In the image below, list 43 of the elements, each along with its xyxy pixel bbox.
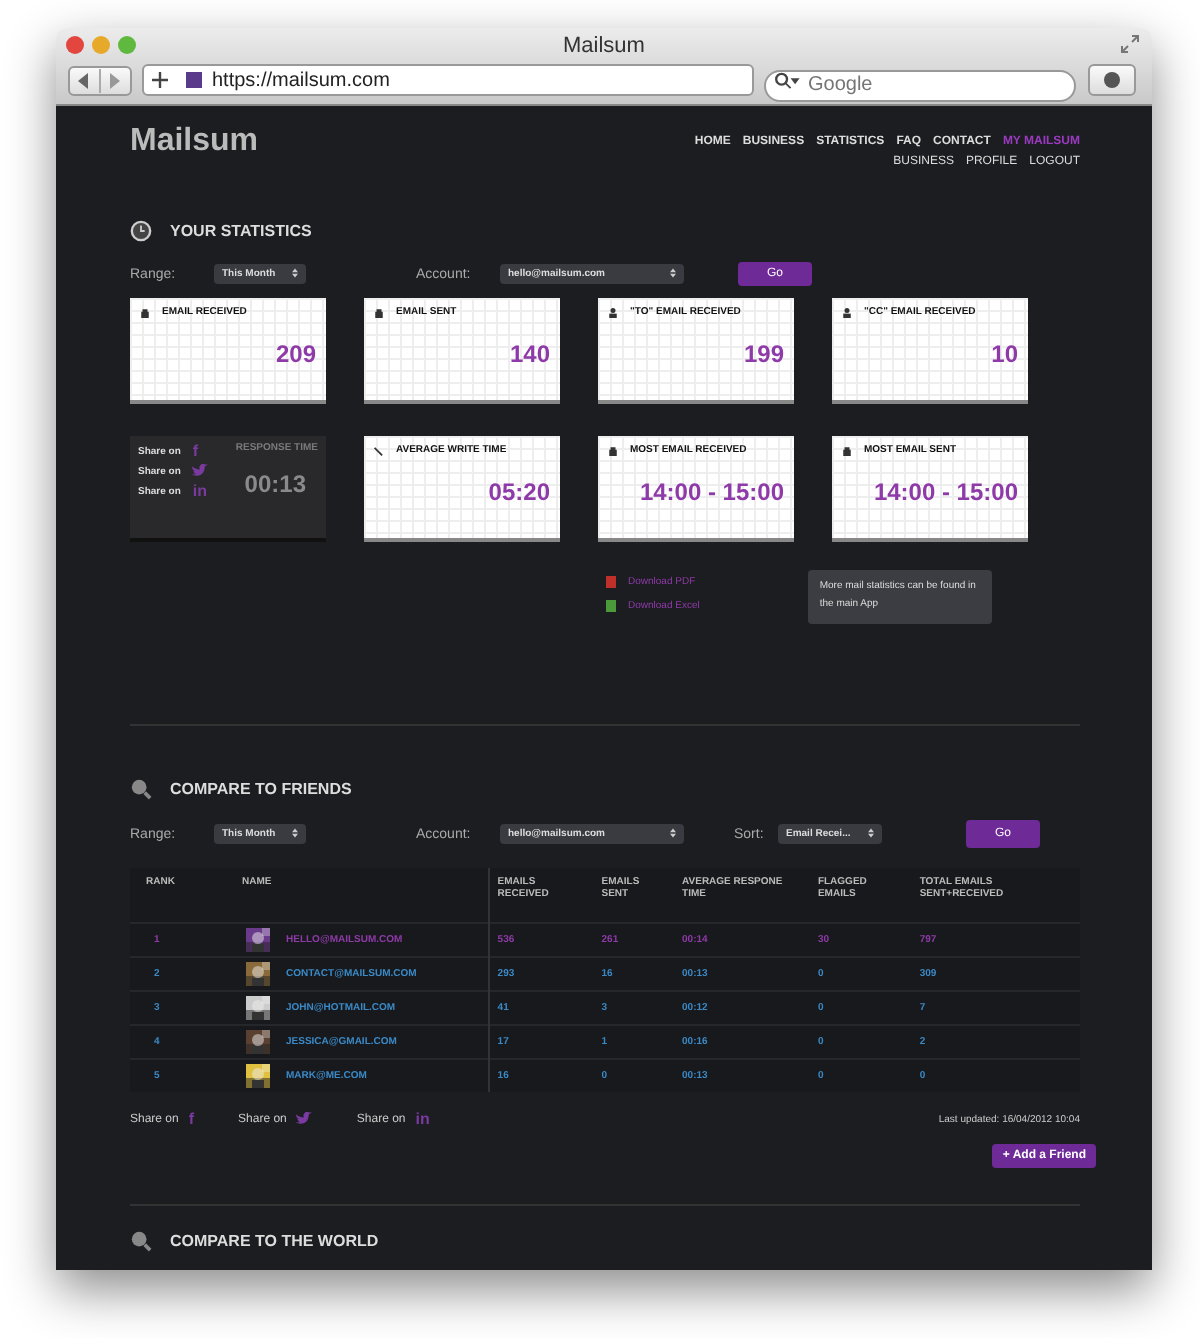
- add-icon[interactable]: [152, 72, 168, 88]
- updown-icon: [868, 828, 874, 838]
- clock-icon: [130, 220, 152, 242]
- card-value: 140: [507, 340, 550, 368]
- updown-icon: [292, 268, 298, 278]
- person-icon: [842, 307, 852, 317]
- search-icon: [774, 71, 800, 89]
- tray-icon: [140, 307, 150, 317]
- updown-icon: [670, 268, 676, 278]
- back-forward-button[interactable]: [68, 65, 132, 95]
- card-value: 14:00 - 15:00: [871, 478, 1018, 506]
- card-value: 05:20: [486, 478, 550, 506]
- tray-icon: [608, 445, 618, 455]
- card-value: 14:00 - 15:00: [637, 478, 784, 506]
- section-heading: COMPARE TO THE WORLD: [170, 1232, 379, 1250]
- search-field[interactable]: Google: [764, 69, 1076, 101]
- magnifier-icon: [130, 778, 152, 800]
- bird-icon[interactable]: [296, 1112, 313, 1126]
- person-icon: [608, 307, 618, 317]
- card-value: 199: [741, 340, 784, 368]
- card-value: 00:13: [244, 470, 308, 498]
- updown-icon: [670, 828, 676, 838]
- downloads-button[interactable]: [1088, 64, 1136, 96]
- close-button[interactable]: [66, 36, 84, 54]
- site-icon: [186, 72, 202, 88]
- card-value: 10: [989, 340, 1018, 368]
- updown-icon: [292, 828, 298, 838]
- magnifier-icon: [130, 1230, 152, 1252]
- window-title: Mailsum: [563, 32, 645, 58]
- pdf-icon: [606, 576, 616, 588]
- minimize-button[interactable]: [92, 36, 110, 54]
- zoom-button[interactable]: [118, 36, 136, 54]
- tray-icon: [374, 307, 384, 317]
- card-value: 209: [273, 340, 316, 368]
- logo[interactable]: Mailsum: [130, 124, 259, 160]
- spreadsheet-icon: [606, 600, 616, 612]
- bird-icon[interactable]: [192, 464, 209, 478]
- address-field[interactable]: https://mailsum.com: [142, 64, 754, 96]
- section-heading: COMPARE TO FRIENDS: [170, 780, 352, 798]
- tray-icon: [842, 445, 852, 455]
- fullscreen-icon[interactable]: [1120, 34, 1140, 54]
- section-heading: YOUR STATISTICS: [170, 222, 312, 240]
- pen-icon: [374, 445, 384, 455]
